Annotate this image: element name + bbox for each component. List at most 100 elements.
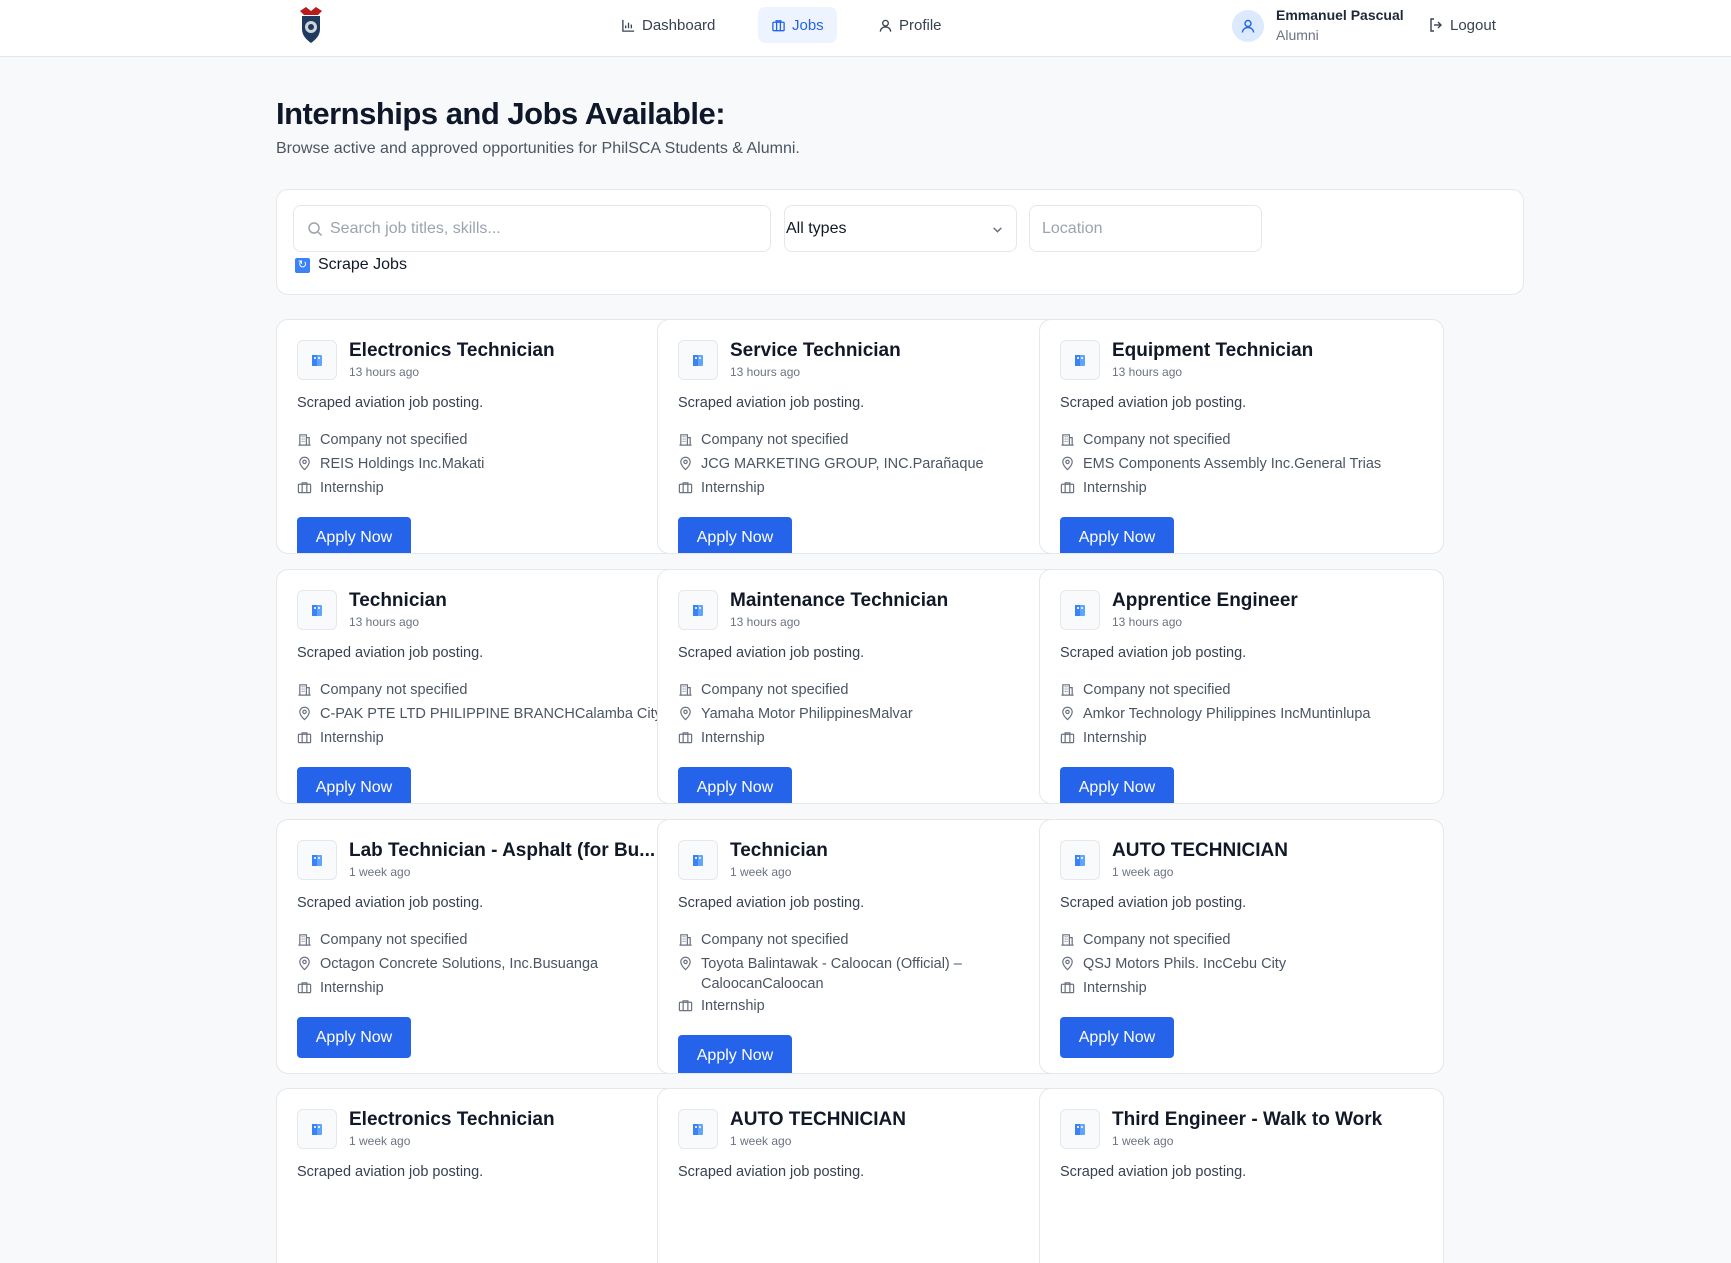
- job-location: JCG MARKETING GROUP, INC.Parañaque: [678, 454, 1048, 474]
- job-card: AUTO TECHNICIAN 1 week ago Scraped aviat…: [1039, 819, 1444, 1074]
- job-title[interactable]: Third Engineer - Walk to Work: [1112, 1109, 1427, 1131]
- refresh-icon: ↻: [295, 257, 310, 273]
- search-input[interactable]: [330, 206, 760, 251]
- job-company-text: Company not specified: [701, 932, 849, 948]
- job-type: Internship: [297, 478, 667, 498]
- job-type: Internship: [1060, 978, 1430, 998]
- nav-jobs[interactable]: Jobs: [758, 7, 837, 43]
- job-title[interactable]: AUTO TECHNICIAN: [1112, 840, 1427, 862]
- job-company-text: Company not specified: [320, 682, 468, 698]
- company-logo: [297, 590, 337, 630]
- job-location-text: EMS Components Assembly Inc.General Tria…: [1083, 456, 1382, 472]
- job-description: Scraped aviation job posting.: [1060, 895, 1247, 911]
- briefcase-icon: [1060, 982, 1075, 994]
- building-icon: [1075, 1124, 1085, 1135]
- map-pin-icon: [680, 956, 691, 971]
- briefcase-icon: [1060, 732, 1075, 744]
- chevron-down-icon: [993, 227, 1002, 233]
- nav-dashboard[interactable]: Dashboard: [608, 7, 728, 43]
- apply-now-button[interactable]: Apply Now: [1060, 1017, 1174, 1058]
- job-type: Internship: [1060, 478, 1430, 498]
- logout-label: Logout: [1450, 16, 1496, 34]
- apply-now-button[interactable]: Apply Now: [1060, 517, 1174, 553]
- company-logo: [1060, 1109, 1100, 1149]
- building-icon: [312, 355, 322, 366]
- filter-panel: All types ↻ Scrape Jobs: [276, 189, 1524, 295]
- job-type: Internship: [1060, 728, 1430, 748]
- job-title[interactable]: Electronics Technician: [349, 1109, 664, 1131]
- company-logo: [297, 1109, 337, 1149]
- job-posted-time: 1 week ago: [349, 865, 411, 879]
- company-logo: [678, 590, 718, 630]
- job-company: Company not specified: [678, 430, 1048, 450]
- avatar[interactable]: [1232, 10, 1264, 42]
- job-title[interactable]: Apprentice Engineer: [1112, 590, 1427, 612]
- location-box: [1029, 205, 1262, 252]
- briefcase-icon: [1060, 482, 1075, 494]
- user-role: Alumni: [1276, 27, 1319, 43]
- job-title[interactable]: Lab Technician - Asphalt (for Bu...: [349, 840, 664, 862]
- job-type-text: Internship: [320, 480, 384, 496]
- job-card: Apprentice Engineer 13 hours ago Scraped…: [1039, 569, 1444, 804]
- briefcase-icon: [678, 1000, 693, 1012]
- building-icon: [1061, 684, 1074, 696]
- job-location: Yamaha Motor PhilippinesMalvar: [678, 704, 1048, 724]
- job-description: Scraped aviation job posting.: [297, 395, 484, 411]
- building-icon: [693, 605, 703, 616]
- job-card: Electronics Technician 13 hours ago Scra…: [276, 319, 681, 554]
- search-icon: [308, 222, 323, 237]
- building-icon: [1075, 855, 1085, 866]
- job-location: Octagon Concrete Solutions, Inc.Busuanga: [297, 954, 667, 974]
- job-type-select[interactable]: All types: [784, 205, 1017, 252]
- logout-button[interactable]: Logout: [1428, 14, 1496, 36]
- apply-now-button[interactable]: Apply Now: [297, 517, 411, 553]
- job-title[interactable]: AUTO TECHNICIAN: [730, 1109, 1045, 1131]
- nav-profile-label: Profile: [899, 16, 942, 34]
- job-title[interactable]: Maintenance Technician: [730, 590, 1045, 612]
- company-logo: [1060, 590, 1100, 630]
- job-title[interactable]: Equipment Technician: [1112, 340, 1427, 362]
- job-company-text: Company not specified: [320, 932, 468, 948]
- job-type-text: Internship: [701, 998, 765, 1014]
- apply-now-button[interactable]: Apply Now: [297, 767, 411, 803]
- job-title[interactable]: Technician: [730, 840, 1045, 862]
- top-navbar: Dashboard Jobs Profile Emmanuel Pascual …: [0, 0, 1731, 57]
- job-company: Company not specified: [297, 430, 667, 450]
- briefcase-icon: [772, 19, 785, 31]
- location-input[interactable]: [1042, 206, 1252, 251]
- philsca-logo[interactable]: [296, 5, 326, 45]
- job-type: Internship: [297, 978, 667, 998]
- job-company-text: Company not specified: [1083, 682, 1231, 698]
- apply-now-button[interactable]: Apply Now: [678, 1035, 792, 1073]
- bar-chart-icon: [622, 19, 635, 32]
- job-type: Internship: [678, 728, 1048, 748]
- nav-profile[interactable]: Profile: [865, 7, 955, 43]
- job-title[interactable]: Service Technician: [730, 340, 1045, 362]
- apply-now-button[interactable]: Apply Now: [1060, 767, 1174, 803]
- building-icon: [298, 684, 311, 696]
- job-title[interactable]: Electronics Technician: [349, 340, 664, 362]
- job-description: Scraped aviation job posting.: [1060, 395, 1247, 411]
- map-pin-icon: [680, 706, 691, 721]
- job-title[interactable]: Technician: [349, 590, 664, 612]
- job-company-text: Company not specified: [320, 432, 468, 448]
- nav-dashboard-label: Dashboard: [642, 16, 716, 34]
- apply-now-button[interactable]: Apply Now: [678, 767, 792, 803]
- job-type-text: Internship: [1083, 480, 1147, 496]
- job-type-text: Internship: [1083, 980, 1147, 996]
- company-logo: [297, 840, 337, 880]
- building-icon: [1061, 934, 1074, 946]
- job-posted-time: 13 hours ago: [1112, 365, 1183, 379]
- apply-now-button[interactable]: Apply Now: [678, 517, 792, 553]
- building-icon: [1075, 355, 1085, 366]
- scrape-jobs-button[interactable]: ↻ Scrape Jobs: [295, 255, 407, 275]
- building-icon: [298, 934, 311, 946]
- job-description: Scraped aviation job posting.: [1060, 1164, 1247, 1180]
- map-pin-icon: [680, 456, 691, 471]
- job-company-text: Company not specified: [1083, 932, 1231, 948]
- job-type-selected: All types: [786, 219, 847, 237]
- job-location-text: Yamaha Motor PhilippinesMalvar: [701, 706, 913, 722]
- job-card: AUTO TECHNICIAN 1 week ago Scraped aviat…: [657, 1088, 1062, 1263]
- company-logo: [297, 340, 337, 380]
- apply-now-button[interactable]: Apply Now: [297, 1017, 411, 1058]
